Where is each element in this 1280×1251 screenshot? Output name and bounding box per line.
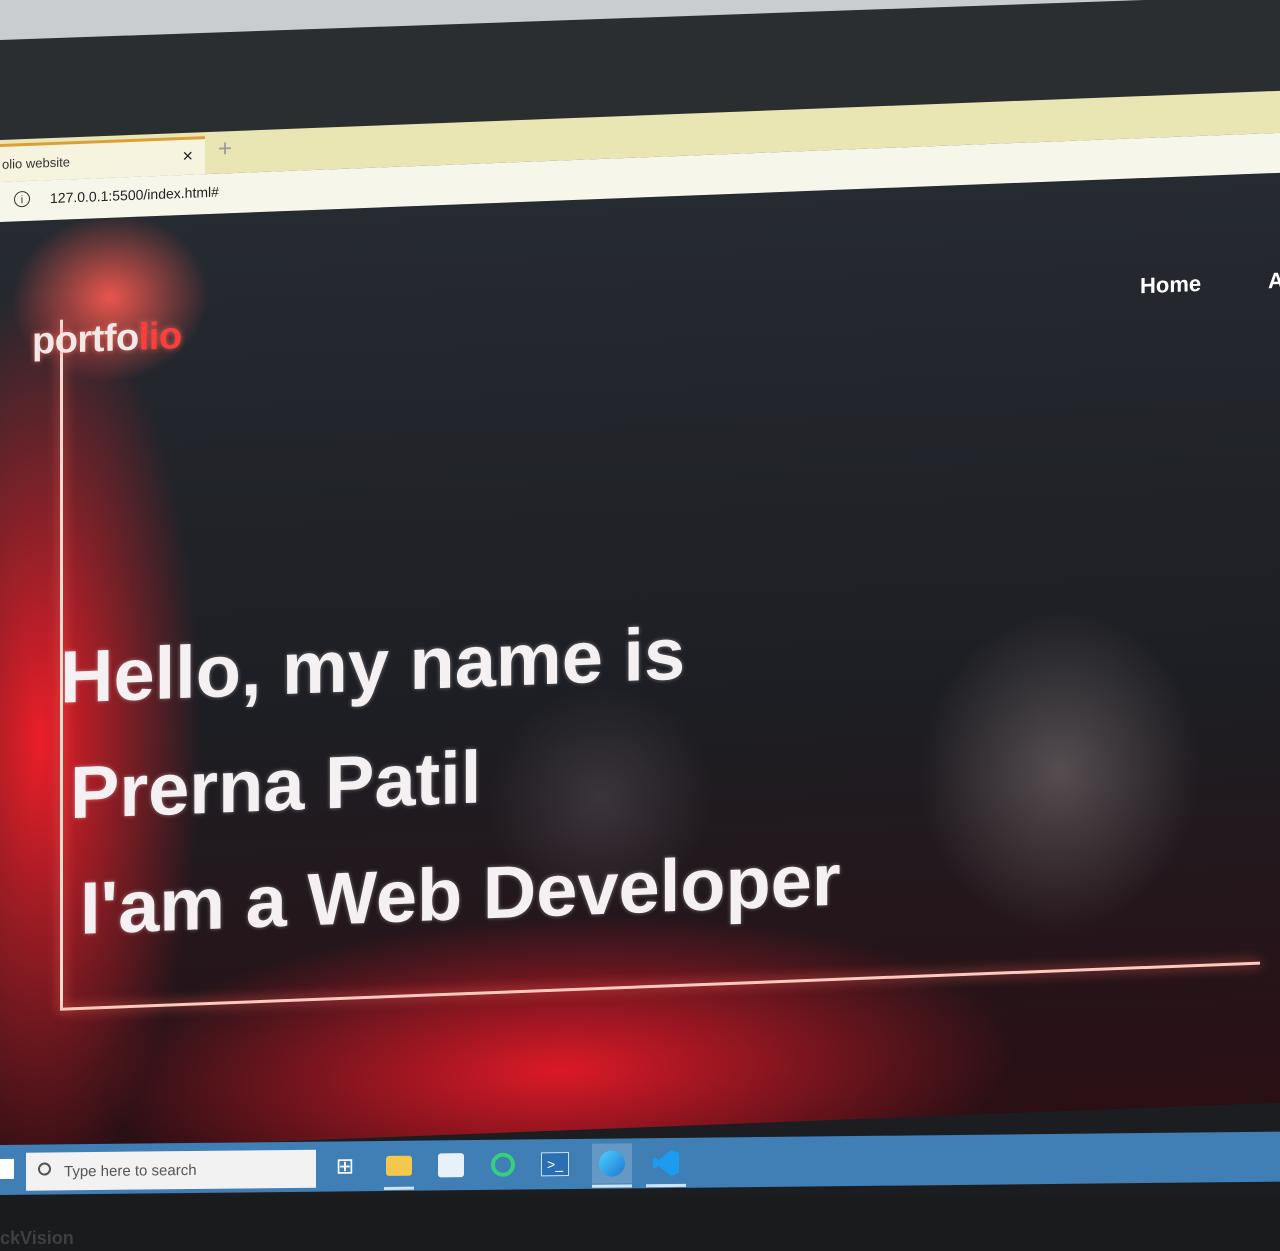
search-placeholder: Type here to search	[64, 1161, 197, 1181]
monitor-brand: ckVision	[0, 1228, 74, 1248]
vscode-icon[interactable]	[646, 1148, 686, 1178]
powershell-icon[interactable]: >_	[540, 1149, 570, 1179]
nav-next-link[interactable]: A	[1268, 268, 1280, 295]
frame-horizontal-line	[60, 961, 1260, 1011]
hero-section: Hello, my name is Prerna Patil I'am a We…	[60, 577, 1160, 967]
site-info-icon[interactable]: i	[14, 190, 30, 208]
site-logo[interactable]: portfolio	[32, 315, 182, 364]
search-icon	[38, 1162, 51, 1176]
active-indicator	[384, 1186, 414, 1190]
page-viewport: portfolio Home A Hello, my name is Prern…	[0, 172, 1280, 1152]
url-text[interactable]: 127.0.0.1:5500/index.html#	[50, 184, 219, 206]
task-view-icon[interactable]: ⊞	[330, 1151, 360, 1181]
logo-accent-text: lio	[138, 315, 182, 359]
new-tab-icon[interactable]: +	[218, 135, 232, 164]
tab-title: olio website	[2, 154, 70, 172]
close-tab-icon[interactable]: ×	[182, 146, 193, 167]
taskbar-search[interactable]: Type here to search	[26, 1149, 316, 1191]
monitor-bezel-bottom	[0, 1195, 1280, 1251]
logo-text: portfo	[32, 316, 139, 363]
active-indicator	[646, 1183, 686, 1188]
start-icon[interactable]	[0, 1158, 14, 1179]
nav-home-link[interactable]: Home	[1140, 271, 1201, 299]
store-icon[interactable]	[436, 1150, 466, 1180]
browser-window: olio website × + i 127.0.0.1:5500/index.…	[0, 90, 1280, 1152]
ring-app-icon[interactable]	[488, 1150, 518, 1180]
file-explorer-icon[interactable]	[384, 1151, 414, 1181]
active-indicator	[592, 1184, 632, 1188]
edge-icon[interactable]	[592, 1143, 632, 1184]
